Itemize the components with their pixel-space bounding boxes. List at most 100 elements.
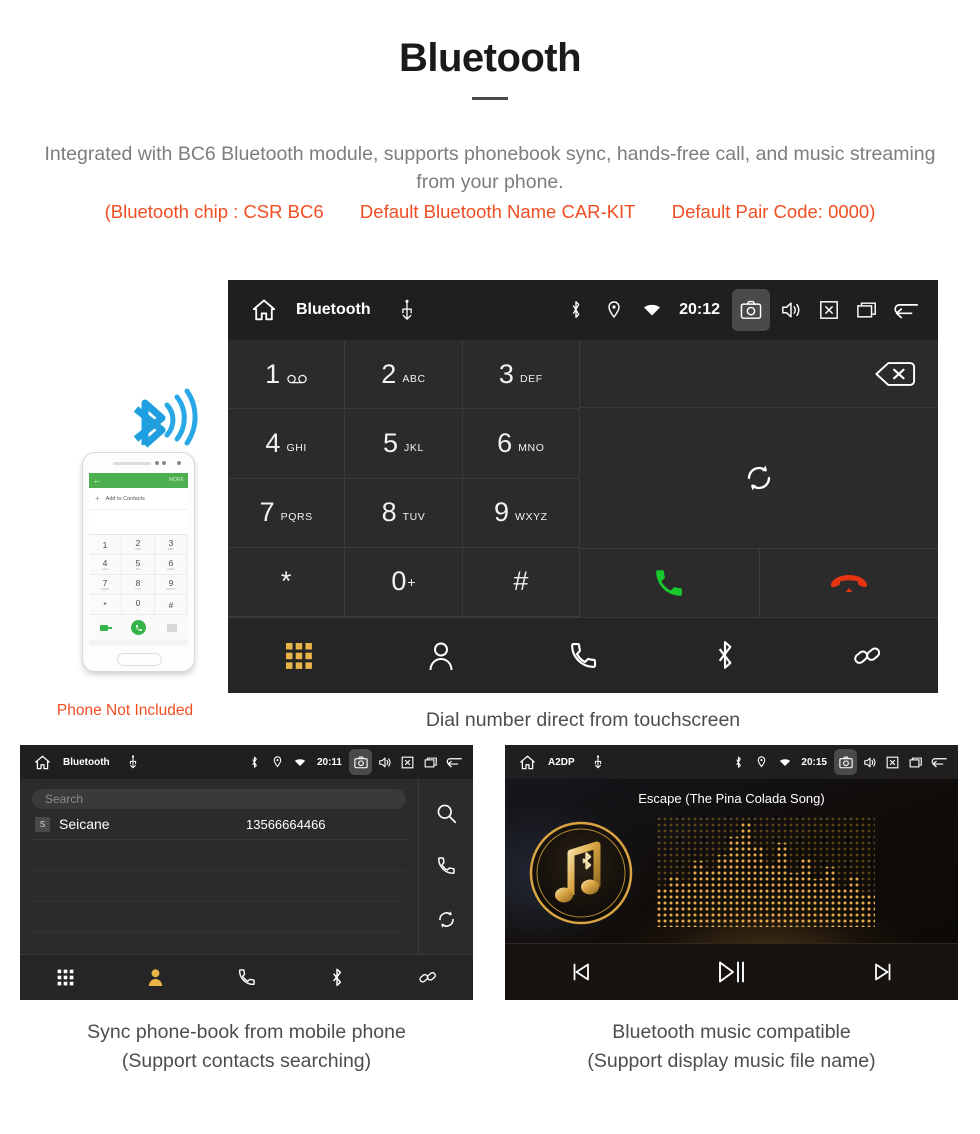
phone-key-num: 8 [135,577,141,588]
nav-contacts[interactable] [370,641,512,671]
nav-keypad[interactable] [228,642,370,670]
smartphone-body: ← MORE + Add to Contacts 1 2 ABC 3 DEF 4 GH… [82,452,195,672]
dialpad-key-9[interactable]: 9 WXYZ [462,478,580,548]
nav-link[interactable] [382,968,473,987]
dialpad-key-3[interactable]: 3 DEF [462,340,580,410]
dialpad-key-4[interactable]: 4 GHI [228,409,346,479]
phone-backspace-icon [166,623,177,632]
back-icon[interactable] [928,750,949,774]
back-icon[interactable] [443,750,464,774]
phone-screen: ← MORE + Add to Contacts 1 2 ABC 3 DEF 4 GH… [89,473,188,645]
recents-icon[interactable] [905,750,926,774]
key-number: 4 [265,427,281,458]
volume-icon[interactable] [374,750,395,774]
dialer-navbar [228,617,938,693]
phone-key: 2 ABC [122,535,155,555]
key-letters: ABC [402,372,426,385]
dialpad: 1 2 ABC 3 DEF 4 GHI 5 JKL 6 MNO 7 PQRS 8 TUV 9W… [228,340,580,617]
nav-link[interactable] [796,641,938,671]
phone-number-field [89,510,188,535]
back-arrow-icon: ← [93,476,101,485]
phone-key: # [155,595,188,615]
music-stage: Escape (The Pina Colada Song) [505,779,958,943]
sensor-dot [155,461,159,465]
bluetooth-icon [559,290,593,330]
phone-key-letters: JKL [135,566,141,571]
previous-icon[interactable] [505,960,656,984]
home-icon[interactable] [244,290,284,330]
key-number: 6 [497,427,513,458]
phone-action-row [89,615,188,640]
nav-bluetooth[interactable] [292,968,383,988]
dialpad-key-5[interactable]: 5 JKL [345,409,463,479]
statusbar-right: 20:15 [728,749,949,775]
dialpad-key-8[interactable]: 8 TUV [345,478,463,548]
phone-key: 7 PQRS [89,575,122,595]
camera-icon[interactable] [349,749,372,775]
caption-music-line2: (Support display music file name) [587,1050,876,1072]
front-camera [177,461,181,465]
close-box-icon[interactable] [882,750,903,774]
camera-icon[interactable] [732,289,770,331]
sync-icon[interactable] [436,909,457,930]
next-icon[interactable] [807,960,958,984]
recents-icon[interactable] [850,290,884,330]
volume-icon[interactable] [859,750,880,774]
key-number: 0 [391,566,407,597]
dialpad-key-6[interactable]: 6 MNO [462,409,580,479]
contact-row[interactable]: S Seicane 13566664466 [32,809,406,840]
volume-icon[interactable] [774,290,808,330]
key-letters: DEF [519,372,543,385]
nav-call-log[interactable] [512,641,654,671]
key-number: 8 [381,497,397,528]
bluetooth-signal-icon [115,383,215,453]
nav-contacts[interactable] [111,968,202,987]
play-pause-icon[interactable] [656,959,807,985]
search-input[interactable]: Search [32,789,406,809]
dialpad-key-1[interactable]: 1 [228,340,346,410]
call-button[interactable] [580,549,760,617]
song-title: Escape (The Pina Colada Song) [638,791,825,806]
backspace-icon[interactable] [874,361,916,387]
contact-row-empty [32,840,406,871]
search-icon[interactable] [436,803,457,824]
close-box-icon[interactable] [397,750,418,774]
dialpad-key-0[interactable]: 0 + [345,547,463,617]
key-number: 3 [498,358,514,389]
camera-icon[interactable] [834,749,857,775]
key-letters: JKL [404,441,424,454]
phone-key: 8 TUV [122,575,155,595]
recents-icon[interactable] [420,750,441,774]
nav-bluetooth[interactable] [654,640,796,672]
home-icon[interactable] [514,750,540,774]
phone-add-contact-label: Add to Contacts [105,495,145,502]
key-letters: TUV [402,511,426,524]
back-icon[interactable] [888,290,922,330]
nav-keypad[interactable] [20,969,111,986]
hangup-button[interactable] [760,549,939,617]
music-clock: 20:15 [801,756,827,768]
location-icon [597,290,631,330]
nav-call-log[interactable] [201,968,292,987]
sync-icon[interactable] [743,462,775,494]
spec-name: Default Bluetooth Name CAR-KIT [359,201,636,222]
dialpad-key-star[interactable]: * [228,547,346,617]
dialpad-key-2[interactable]: 2 ABC [345,340,463,410]
contact-number: 13566664466 [246,816,326,832]
spec-chip: (Bluetooth chip : CSR BC6 [104,201,324,222]
phone-key-num: 6 [168,557,174,568]
phone-key-num: * [103,599,107,610]
statusbar-left: Bluetooth [244,290,427,330]
call-icon[interactable] [436,856,456,876]
dialer-clock: 20:12 [679,301,720,318]
key-letters: MNO [518,441,545,454]
dialer-right-panel [580,340,938,617]
caption-phonebook-line2: (Support contacts searching) [121,1050,372,1072]
home-icon[interactable] [29,750,55,774]
dialpad-key-hash[interactable]: # [462,547,580,617]
key-letters: WXYZ [514,511,548,524]
phone-key-num: 5 [135,557,141,568]
caption-dialer: Dial number direct from touchscreen [425,709,741,731]
close-box-icon[interactable] [812,290,846,330]
dialpad-key-7[interactable]: 7 PQRS [228,478,346,548]
